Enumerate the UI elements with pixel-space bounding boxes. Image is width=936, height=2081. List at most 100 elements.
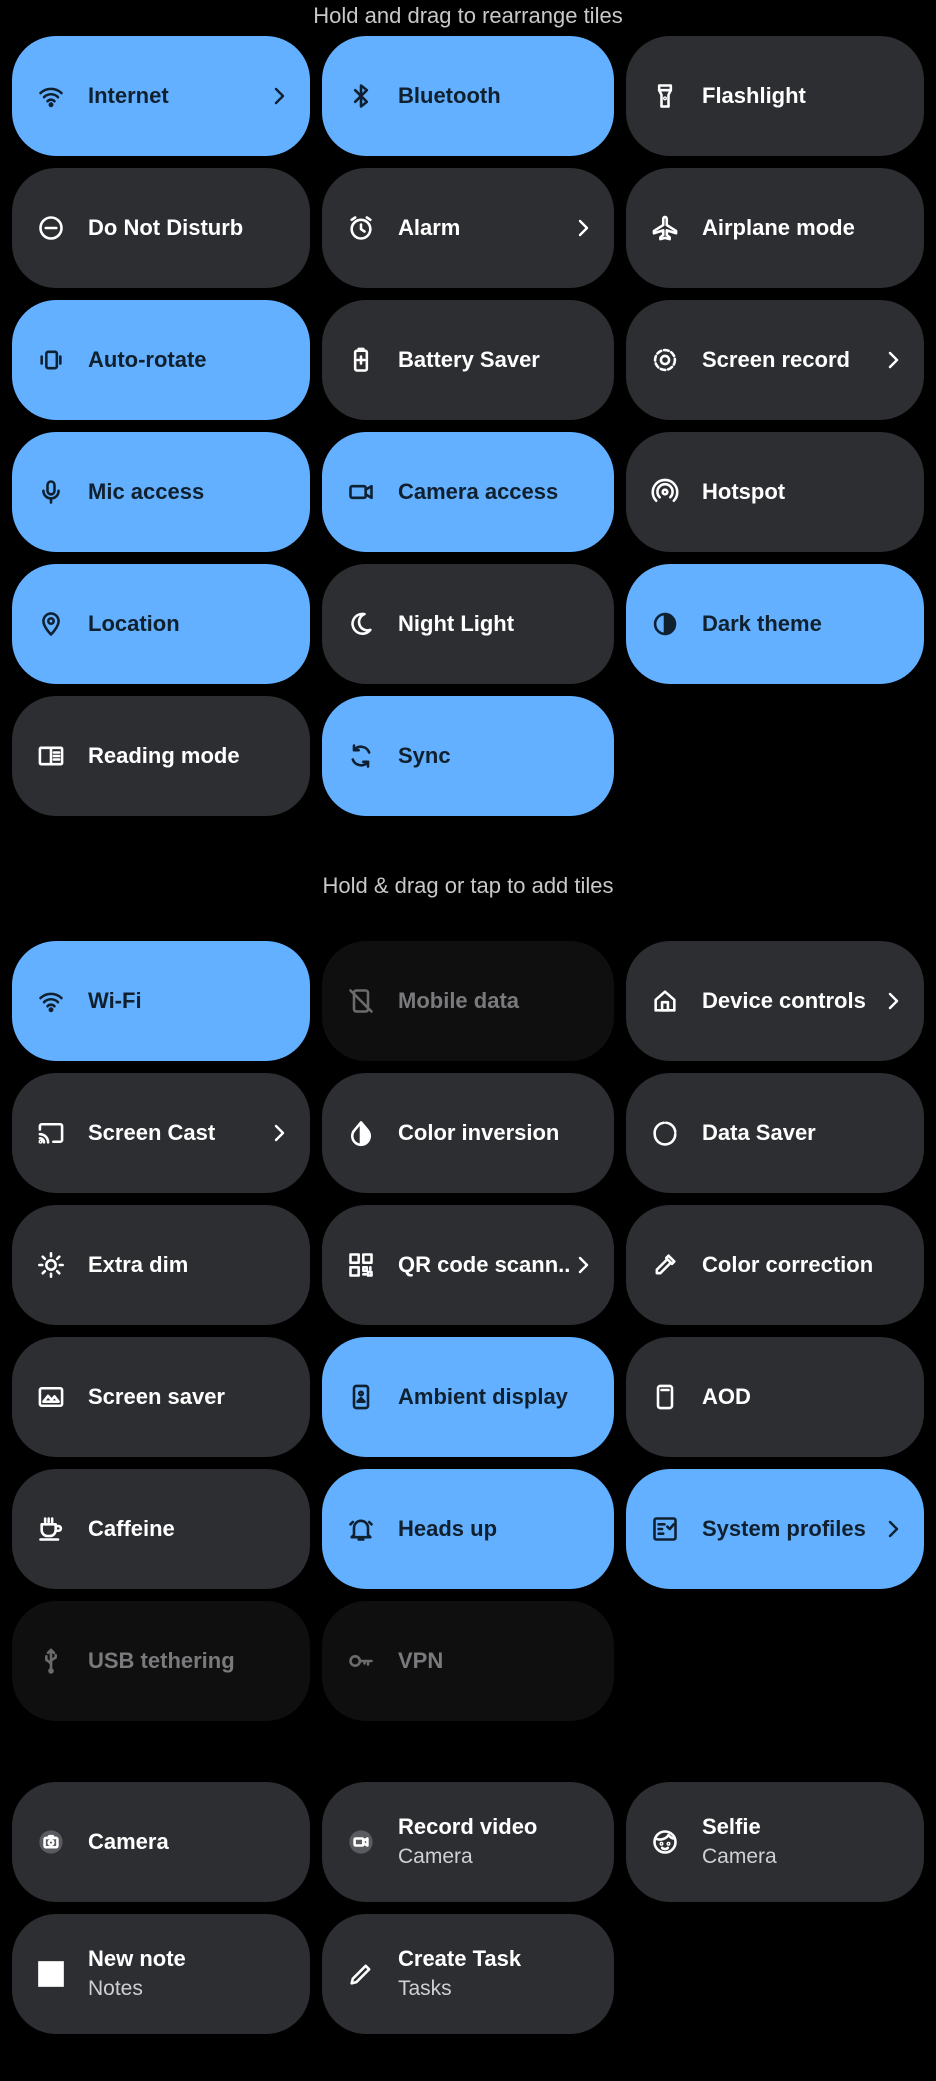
tile-label: Screen record xyxy=(702,347,850,372)
tile-reading-mode[interactable]: Reading mode xyxy=(12,696,310,816)
chevron-right-icon xyxy=(574,216,592,240)
tile-night-light[interactable]: Night Light xyxy=(322,564,614,684)
tile-camera-access[interactable]: Camera access xyxy=(322,432,614,552)
brightness-icon xyxy=(36,1250,66,1280)
screen-record-icon xyxy=(650,345,680,375)
tile-label: AOD xyxy=(702,1384,751,1409)
bluetooth-icon xyxy=(346,81,376,111)
tile-vpn[interactable]: VPN xyxy=(322,1601,614,1721)
tile-flashlight[interactable]: Flashlight xyxy=(626,36,924,156)
tile-text: Selfie Camera xyxy=(702,1813,902,1871)
tile-selfie[interactable]: Selfie Camera xyxy=(626,1782,924,1902)
tile-label: VPN xyxy=(398,1648,444,1673)
tile-label: Mobile data xyxy=(398,988,520,1013)
tile-text: Screen record xyxy=(702,346,884,374)
tile-battery-saver[interactable]: Battery Saver xyxy=(322,300,614,420)
tile-aod[interactable]: AOD xyxy=(626,1337,924,1457)
tile-text: Mobile data xyxy=(398,987,592,1015)
tile-heads-up[interactable]: Heads up xyxy=(322,1469,614,1589)
tile-text: VPN xyxy=(398,1647,592,1675)
tile-caffeine[interactable]: Caffeine xyxy=(12,1469,310,1589)
tile-screen-record[interactable]: Screen record xyxy=(626,300,924,420)
tile-extra-dim[interactable]: Extra dim xyxy=(12,1205,310,1325)
camera-access-icon xyxy=(346,477,376,507)
tile-location[interactable]: Location xyxy=(12,564,310,684)
contrast-icon xyxy=(650,609,680,639)
qr-code-icon xyxy=(346,1250,376,1280)
tile-dark-theme[interactable]: Dark theme xyxy=(626,564,924,684)
tile-label: Internet xyxy=(88,83,169,108)
chevron-right-icon xyxy=(578,1256,589,1274)
tile-text: Do Not Disturb xyxy=(88,214,288,242)
chevron-right-icon xyxy=(884,989,902,1013)
chevron-right-icon xyxy=(574,1253,592,1277)
tile-hotspot[interactable]: Hotspot xyxy=(626,432,924,552)
bell-icon xyxy=(346,1514,376,1544)
tile-create-task[interactable]: Create Task Tasks xyxy=(322,1914,614,2034)
add-tiles-hint: Hold & drag or tap to add tiles xyxy=(322,873,614,898)
tile-text: USB tethering xyxy=(88,1647,288,1675)
ambient-display-icon xyxy=(346,1382,376,1412)
chevron-right-icon xyxy=(270,1121,288,1145)
tile-camera[interactable]: Camera xyxy=(12,1782,310,1902)
chevron-right-icon xyxy=(274,1124,285,1142)
tile-label: Auto-rotate xyxy=(88,347,207,372)
tile-bluetooth[interactable]: Bluetooth xyxy=(322,36,614,156)
tile-data-saver[interactable]: Data Saver xyxy=(626,1073,924,1193)
tile-sublabel: Notes xyxy=(88,1977,143,2000)
tile-mobile-data[interactable]: Mobile data xyxy=(322,941,614,1061)
tile-text: Bluetooth xyxy=(398,82,592,110)
tile-screen-saver[interactable]: Screen saver xyxy=(12,1337,310,1457)
tile-text: Device controls xyxy=(702,987,884,1015)
tile-label: Location xyxy=(88,611,180,636)
tile-system-profiles[interactable]: System profiles xyxy=(626,1469,924,1589)
tile-internet[interactable]: Internet xyxy=(12,36,310,156)
tile-text: QR code scann.. xyxy=(398,1251,574,1279)
tile-wi-fi[interactable]: Wi-Fi xyxy=(12,941,310,1061)
chevron-right-icon xyxy=(274,87,285,105)
tile-label: Device controls xyxy=(702,988,866,1013)
tile-label: Create Task xyxy=(398,1946,522,1971)
tile-text: Caffeine xyxy=(88,1515,288,1543)
tile-color-inversion[interactable]: Color inversion xyxy=(322,1073,614,1193)
book-icon xyxy=(36,741,66,771)
tile-label: Do Not Disturb xyxy=(88,215,244,240)
tile-device-controls[interactable]: Device controls xyxy=(626,941,924,1061)
tile-label: Color correction xyxy=(702,1252,874,1277)
tile-sync[interactable]: Sync xyxy=(322,696,614,816)
chevron-right-icon xyxy=(578,219,589,237)
tile-ambient-display[interactable]: Ambient display xyxy=(322,1337,614,1457)
tile-new-note[interactable]: New note Notes xyxy=(12,1914,310,2034)
tile-text: Battery Saver xyxy=(398,346,592,374)
tile-text: Mic access xyxy=(88,478,288,506)
key-icon xyxy=(346,1646,376,1676)
tile-color-correction[interactable]: Color correction xyxy=(626,1205,924,1325)
tile-text: Night Light xyxy=(398,610,592,638)
mobile-data-off-icon xyxy=(346,986,376,1016)
tile-airplane-mode[interactable]: Airplane mode xyxy=(626,168,924,288)
tile-label: Selfie xyxy=(702,1814,761,1839)
tile-label: Screen saver xyxy=(88,1384,225,1409)
tile-mic-access[interactable]: Mic access xyxy=(12,432,310,552)
tile-record-video[interactable]: Record video Camera xyxy=(322,1782,614,1902)
do-not-disturb-icon xyxy=(36,213,66,243)
tile-text: Auto-rotate xyxy=(88,346,288,374)
tile-label: Sync xyxy=(398,743,451,768)
tile-text: Color inversion xyxy=(398,1119,592,1147)
tile-label: Caffeine xyxy=(88,1516,175,1541)
tile-label: System profiles xyxy=(702,1516,866,1541)
tile-text: Alarm xyxy=(398,214,574,242)
tile-auto-rotate[interactable]: Auto-rotate xyxy=(12,300,310,420)
tile-text: Sync xyxy=(398,742,592,770)
tile-usb-tethering[interactable]: USB tethering xyxy=(12,1601,310,1721)
tile-sublabel: Tasks xyxy=(398,1977,452,2000)
tile-label: Record video xyxy=(398,1814,538,1839)
home-icon xyxy=(650,986,680,1016)
tile-do-not-disturb[interactable]: Do Not Disturb xyxy=(12,168,310,288)
tile-screen-cast[interactable]: Screen Cast xyxy=(12,1073,310,1193)
tile-qr-code-scann[interactable]: QR code scann.. xyxy=(322,1205,614,1325)
tile-label: Camera xyxy=(88,1829,169,1854)
video-app-icon xyxy=(346,1827,376,1857)
tile-alarm[interactable]: Alarm xyxy=(322,168,614,288)
tile-label: Bluetooth xyxy=(398,83,501,108)
